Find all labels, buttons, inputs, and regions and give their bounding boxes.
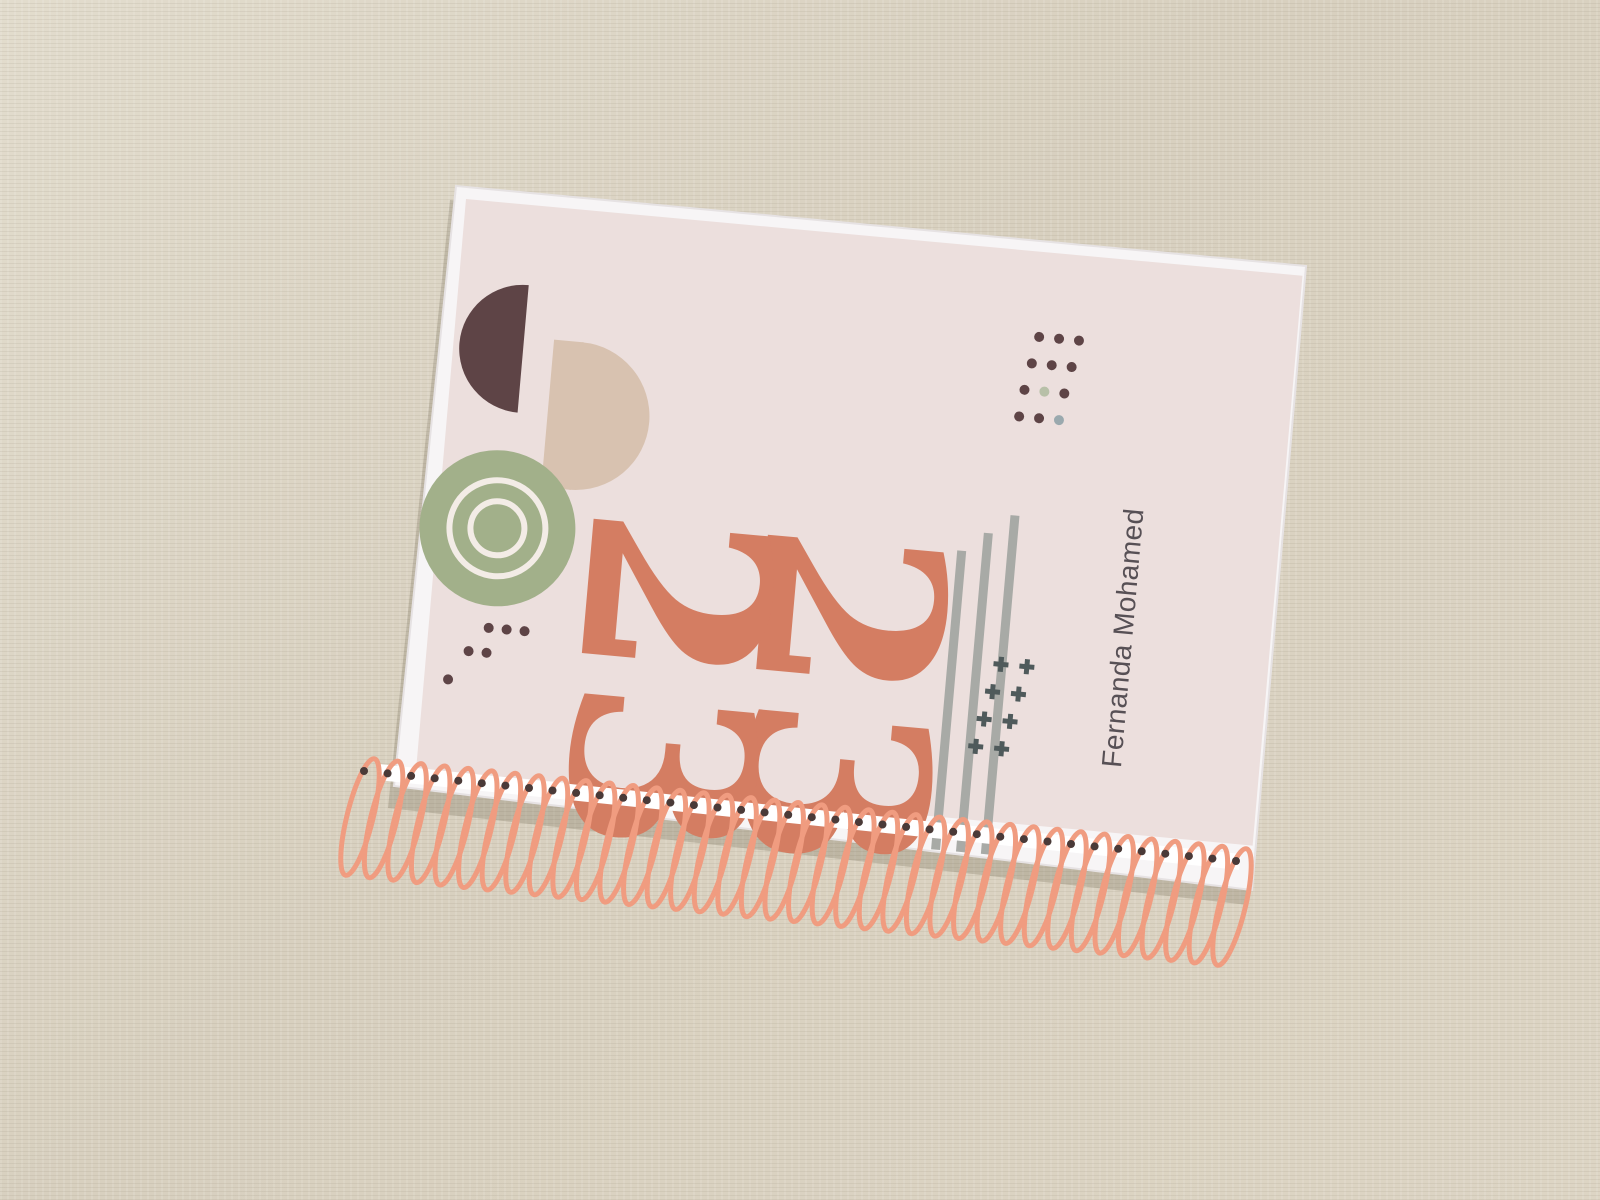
binding-hole [854,818,863,827]
binding-hole [878,820,887,829]
binding-hole [713,803,722,812]
binding-hole [548,786,557,795]
binding-hole [454,776,463,785]
binding-hole [595,791,604,800]
binding-hole [477,779,486,788]
binding-hole [1184,852,1193,861]
binding-hole [784,810,793,819]
binding-hole [666,798,675,807]
binding-hole [1043,837,1052,846]
binding-hole [1067,840,1075,848]
binding-hole [619,793,628,802]
binding-hole [760,808,769,817]
binding-hole [383,769,392,778]
binding-hole [1114,844,1123,853]
binding-hole [1208,854,1217,863]
binding-hole [501,781,510,790]
binding-hole [925,825,934,834]
cover-print: 23 23 Fernanda Mohamed [416,199,1303,886]
binding-hole [902,822,911,831]
binding-hole [572,788,581,797]
binding-hole [1161,849,1170,858]
binding-hole [407,771,416,780]
planner-notebook: 23 23 Fernanda Mohamed [338,184,1308,968]
binding-hole [737,805,746,814]
binding-hole [831,815,840,824]
binding-hole [689,801,698,810]
binding-hole [949,827,958,836]
coil-loop [361,758,406,881]
coil-loop [338,756,382,878]
binding-hole [807,813,816,822]
binding-hole [996,832,1005,841]
binding-hole [360,767,368,775]
binding-hole [525,784,533,792]
binding-hole [1137,847,1146,856]
binding-hole [1090,842,1099,851]
binding-hole [1019,835,1028,844]
binding-hole [972,830,981,839]
binding-hole [430,774,439,783]
binding-hole [1232,857,1240,865]
binding-hole [642,796,651,805]
